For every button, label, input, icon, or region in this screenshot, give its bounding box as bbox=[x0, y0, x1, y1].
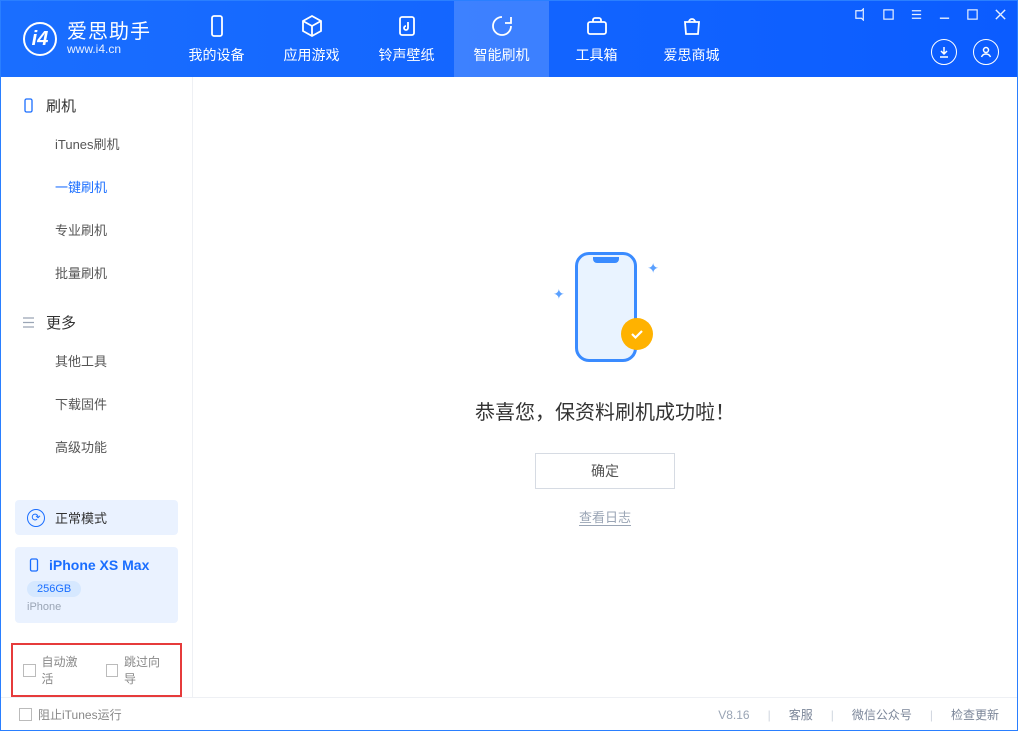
checkbox-label: 阻止iTunes运行 bbox=[38, 706, 122, 723]
app-body: 刷机 iTunes刷机 一键刷机 专业刷机 批量刷机 更多 其他工具 下载固件 … bbox=[1, 77, 1017, 697]
maximize-icon[interactable] bbox=[965, 7, 979, 21]
device-name-row: iPhone XS Max bbox=[27, 557, 166, 573]
app-header: i4 爱思助手 www.i4.cn 我的设备 应用游戏 铃声壁纸 智能刷机 工具… bbox=[1, 1, 1017, 77]
app-title: 爱思助手 bbox=[67, 21, 151, 43]
sidebar-item-itunes-flash[interactable]: iTunes刷机 bbox=[1, 122, 192, 165]
tab-label: 应用游戏 bbox=[284, 45, 340, 65]
music-note-icon bbox=[394, 13, 420, 39]
checkbox-label: 跳过向导 bbox=[124, 653, 170, 687]
tab-apps-games[interactable]: 应用游戏 bbox=[264, 1, 359, 77]
phone-small-icon bbox=[27, 558, 41, 572]
tab-toolbox[interactable]: 工具箱 bbox=[549, 1, 644, 77]
checkbox-skip-wizard[interactable]: 跳过向导 bbox=[106, 653, 171, 687]
footer-link-update[interactable]: 检查更新 bbox=[951, 706, 999, 723]
device-panel: ⟳ 正常模式 iPhone XS Max 256GB iPhone bbox=[1, 488, 192, 635]
app-url: www.i4.cn bbox=[67, 43, 151, 56]
tab-ringtones-wallpapers[interactable]: 铃声壁纸 bbox=[359, 1, 454, 77]
ok-button[interactable]: 确定 bbox=[535, 453, 675, 489]
phone-notch bbox=[593, 257, 619, 263]
toolbox-icon bbox=[584, 13, 610, 39]
tab-label: 工具箱 bbox=[576, 45, 618, 65]
phone-icon bbox=[21, 98, 36, 113]
tab-label: 智能刷机 bbox=[474, 45, 530, 65]
footer-right: V8.16 | 客服 | 微信公众号 | 检查更新 bbox=[718, 706, 999, 723]
tab-store[interactable]: 爱思商城 bbox=[644, 1, 739, 77]
section-title: 刷机 bbox=[46, 95, 76, 116]
check-badge-icon bbox=[621, 318, 653, 350]
checkbox-label: 自动激活 bbox=[42, 653, 88, 687]
menu-icon[interactable] bbox=[909, 7, 923, 21]
device-name: iPhone XS Max bbox=[49, 557, 149, 573]
version-label: V8.16 bbox=[718, 708, 749, 722]
sparkle-icon: ✦ bbox=[647, 260, 659, 277]
skin-icon[interactable] bbox=[881, 7, 895, 21]
sidebar-item-batch-flash[interactable]: 批量刷机 bbox=[1, 251, 192, 294]
sidebar-item-download-firmware[interactable]: 下载固件 bbox=[1, 382, 192, 425]
checkbox-icon bbox=[106, 664, 119, 677]
footer-link-wechat[interactable]: 微信公众号 bbox=[852, 706, 912, 723]
checkbox-block-itunes[interactable]: 阻止iTunes运行 bbox=[19, 706, 122, 723]
sidebar-more-section: 更多 其他工具 下载固件 高级功能 bbox=[1, 294, 192, 468]
footer-link-support[interactable]: 客服 bbox=[789, 706, 813, 723]
header-actions bbox=[931, 39, 999, 65]
app-logo-icon: i4 bbox=[23, 22, 57, 56]
separator: | bbox=[768, 708, 771, 722]
sidebar-item-onekey-flash[interactable]: 一键刷机 bbox=[1, 165, 192, 208]
mode-status-icon: ⟳ bbox=[27, 509, 45, 527]
minimize-icon[interactable] bbox=[937, 7, 951, 21]
user-icon[interactable] bbox=[973, 39, 999, 65]
sidebar-item-advanced[interactable]: 高级功能 bbox=[1, 425, 192, 468]
list-icon bbox=[21, 315, 36, 330]
refresh-shield-icon bbox=[489, 13, 515, 39]
logo-text: 爱思助手 www.i4.cn bbox=[67, 21, 151, 56]
device-icon bbox=[204, 13, 230, 39]
success-illustration: ✦ ✦ bbox=[555, 248, 655, 368]
checkbox-icon bbox=[23, 664, 36, 677]
section-title: 更多 bbox=[46, 312, 76, 333]
footer-bar: 阻止iTunes运行 V8.16 | 客服 | 微信公众号 | 检查更新 bbox=[1, 697, 1017, 731]
device-mode-label: 正常模式 bbox=[55, 508, 107, 527]
device-storage-badge: 256GB bbox=[27, 581, 81, 597]
checkbox-auto-activate[interactable]: 自动激活 bbox=[23, 653, 88, 687]
section-header-more: 更多 bbox=[1, 312, 192, 339]
options-highlight-row: 自动激活 跳过向导 bbox=[11, 643, 182, 697]
checkbox-icon bbox=[19, 708, 32, 721]
device-mode-row[interactable]: ⟳ 正常模式 bbox=[15, 500, 178, 535]
tab-label: 铃声壁纸 bbox=[379, 45, 435, 65]
tab-smart-flash[interactable]: 智能刷机 bbox=[454, 1, 549, 77]
sidebar-item-other-tools[interactable]: 其他工具 bbox=[1, 339, 192, 382]
sidebar-flash-section: 刷机 iTunes刷机 一键刷机 专业刷机 批量刷机 bbox=[1, 77, 192, 294]
nav-tabs: 我的设备 应用游戏 铃声壁纸 智能刷机 工具箱 爱思商城 bbox=[169, 1, 739, 77]
download-icon[interactable] bbox=[931, 39, 957, 65]
tab-label: 爱思商城 bbox=[664, 45, 720, 65]
sidebar-item-pro-flash[interactable]: 专业刷机 bbox=[1, 208, 192, 251]
sidebar: 刷机 iTunes刷机 一键刷机 专业刷机 批量刷机 更多 其他工具 下载固件 … bbox=[1, 77, 193, 697]
tab-my-device[interactable]: 我的设备 bbox=[169, 1, 264, 77]
success-message: 恭喜您，保资料刷机成功啦！ bbox=[475, 396, 735, 425]
separator: | bbox=[930, 708, 933, 722]
main-content: ✦ ✦ 恭喜您，保资料刷机成功啦！ 确定 查看日志 bbox=[193, 77, 1017, 697]
device-info-row[interactable]: iPhone XS Max 256GB iPhone bbox=[15, 547, 178, 623]
view-log-link[interactable]: 查看日志 bbox=[579, 507, 631, 526]
separator: | bbox=[831, 708, 834, 722]
close-icon[interactable] bbox=[993, 7, 1007, 21]
sparkle-icon: ✦ bbox=[553, 286, 565, 303]
bag-icon bbox=[679, 13, 705, 39]
cube-icon bbox=[299, 13, 325, 39]
section-header-flash: 刷机 bbox=[1, 95, 192, 122]
logo-area: i4 爱思助手 www.i4.cn bbox=[1, 1, 169, 77]
tab-label: 我的设备 bbox=[189, 45, 245, 65]
window-controls bbox=[853, 7, 1007, 21]
device-type: iPhone bbox=[27, 601, 166, 613]
feedback-icon[interactable] bbox=[853, 7, 867, 21]
